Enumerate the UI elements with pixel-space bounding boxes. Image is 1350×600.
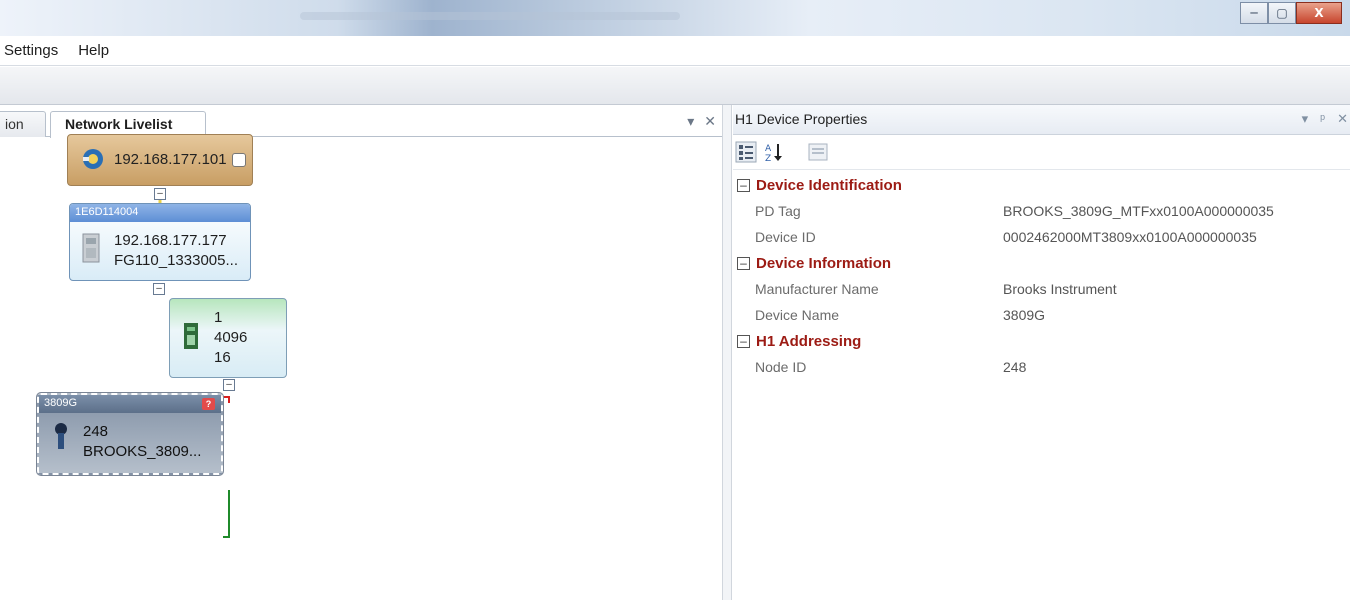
categorized-view-icon[interactable] [735, 141, 757, 163]
property-pages-icon[interactable] [807, 141, 829, 163]
minimize-button[interactable]: ─ [1240, 2, 1268, 24]
properties-title: H1 Device Properties [735, 111, 868, 127]
menu-settings[interactable]: Settings [0, 42, 68, 59]
field-device-tag: BROOKS_3809... [83, 443, 202, 460]
linking-device-node[interactable]: 1E6D114004 192.168.177.177 FG110_1333005… [69, 203, 251, 281]
property-row[interactable]: Device ID 0002462000MT3809xx0100A0000000… [733, 224, 1350, 250]
window-title-bar: ─ ▢ X [0, 0, 1350, 36]
gateway-icon [83, 149, 103, 169]
pane-splitter[interactable] [722, 105, 732, 600]
category-device-identification[interactable]: – Device Identification [733, 172, 1350, 198]
h1-device-properties-pane: H1 Device Properties ▾ ᵖ ✕ A Z – Device … [733, 105, 1350, 600]
segment-line-1: 1 [214, 309, 223, 326]
properties-close-icon[interactable]: ✕ [1337, 111, 1348, 127]
window-title [300, 12, 680, 20]
gateway-node[interactable]: 192.168.177.101 [67, 134, 253, 186]
menu-bar: Settings Help [0, 36, 1350, 66]
property-grid: – Device Identification PD Tag BROOKS_38… [733, 172, 1350, 380]
menu-help[interactable]: Help [68, 42, 119, 59]
flow-meter-icon [55, 423, 67, 449]
pin-icon[interactable]: ᵖ [1320, 111, 1325, 127]
gateway-ip: 192.168.177.101 [114, 151, 227, 168]
svg-text:Z: Z [765, 154, 771, 163]
segment-icon [184, 323, 198, 349]
collapse-toggle[interactable]: – [154, 188, 166, 200]
property-value: 3809G [1003, 307, 1046, 323]
property-value: Brooks Instrument [1003, 281, 1117, 297]
field-device-address: 248 [83, 423, 109, 440]
sort-alphabetical-icon[interactable]: A Z [763, 141, 785, 163]
main-toolbar [0, 67, 1350, 105]
field-device-node[interactable]: 3809G ? 248 BROOKS_3809... [36, 392, 224, 476]
field-device-header: 3809G ? [39, 395, 221, 413]
unknown-status-icon: ? [202, 398, 215, 410]
properties-toolbar: A Z [733, 135, 1350, 170]
gateway-checkbox[interactable] [232, 153, 246, 167]
property-name: PD Tag [755, 203, 801, 219]
linking-device-header: 1E6D114004 [70, 204, 250, 222]
property-row[interactable]: Manufacturer Name Brooks Instrument [733, 276, 1350, 302]
property-name: Device Name [755, 307, 840, 323]
property-value: 0002462000MT3809xx0100A000000035 [1003, 229, 1257, 245]
collapse-icon[interactable]: – [737, 334, 750, 348]
property-row[interactable]: Node ID 248 [733, 354, 1350, 380]
collapse-toggle[interactable]: – [153, 283, 165, 295]
segment-line-2: 4096 [214, 329, 248, 346]
collapse-toggle[interactable]: – [223, 379, 235, 391]
collapse-icon[interactable]: – [737, 178, 750, 192]
linking-device-ip: 192.168.177.177 [114, 232, 227, 249]
svg-text:A: A [765, 144, 772, 154]
property-value: 248 [1003, 359, 1027, 375]
segment-line-3: 16 [214, 349, 231, 366]
property-name: Manufacturer Name [755, 281, 879, 297]
properties-title-bar: H1 Device Properties ▾ ᵖ ✕ [733, 105, 1350, 135]
maximize-button[interactable]: ▢ [1268, 2, 1296, 24]
property-value: BROOKS_3809G_MTFxx0100A000000035 [1003, 203, 1274, 219]
category-h1-addressing[interactable]: – H1 Addressing [733, 328, 1350, 354]
collapse-icon[interactable]: – [737, 256, 750, 270]
linking-device-icon [82, 233, 100, 263]
close-button[interactable]: X [1296, 2, 1342, 24]
category-device-information[interactable]: – Device Information [733, 250, 1350, 276]
segment-node[interactable]: 1 4096 16 [169, 298, 287, 378]
property-row[interactable]: Device Name 3809G [733, 302, 1350, 328]
property-name: Device ID [755, 229, 816, 245]
property-name: Node ID [755, 359, 807, 375]
linking-device-name: FG110_1333005... [114, 252, 238, 269]
property-row[interactable]: PD Tag BROOKS_3809G_MTFxx0100A000000035 [733, 198, 1350, 224]
properties-dropdown-icon[interactable]: ▾ [1302, 111, 1309, 127]
window-controls: ─ ▢ X [1240, 2, 1342, 24]
h1-wire [223, 490, 230, 538]
